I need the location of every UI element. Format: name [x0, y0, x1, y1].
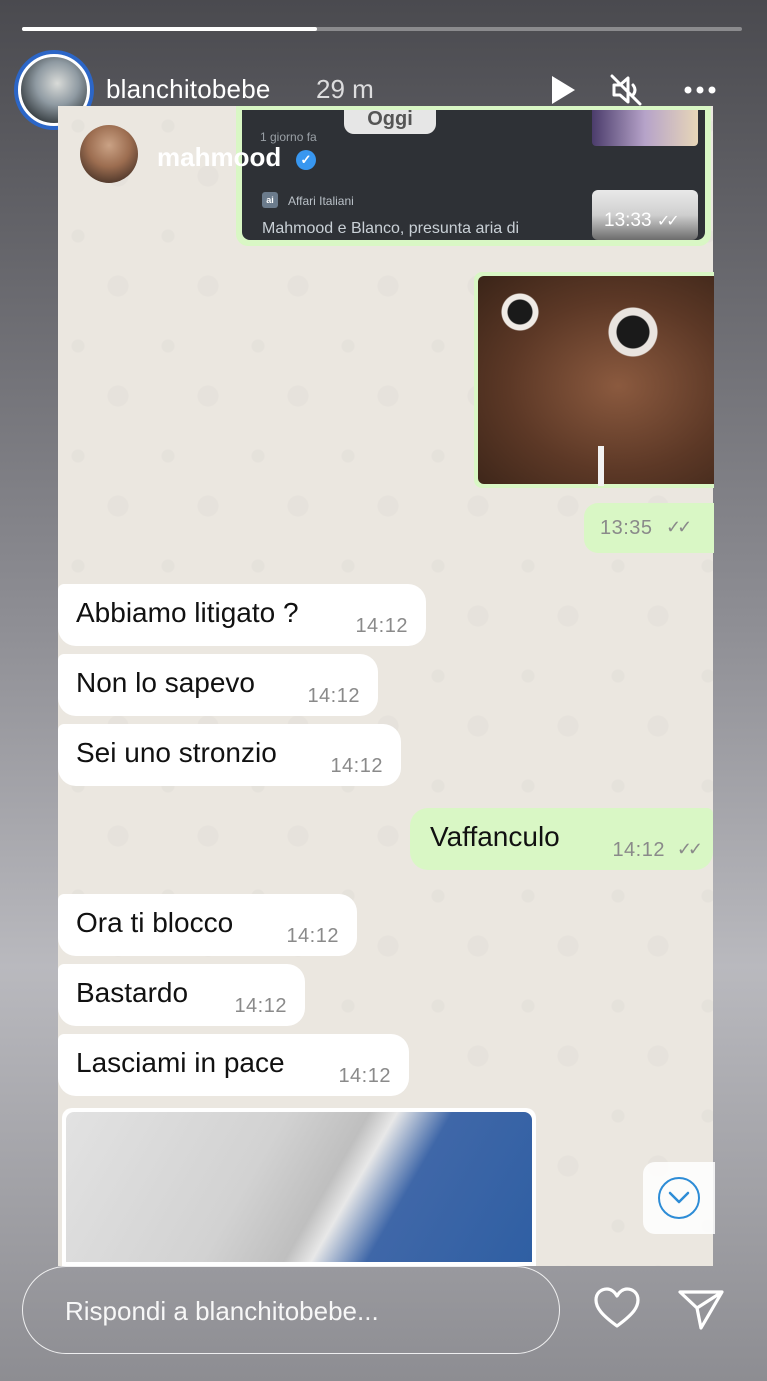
- more-dots-icon[interactable]: [680, 70, 720, 110]
- message-text: Bastardo: [76, 977, 189, 1008]
- message-time: 14:12: [234, 995, 287, 1017]
- quoted-time: 13:33 ✓✓: [604, 210, 680, 231]
- read-ticks-icon: ✓✓: [676, 839, 703, 859]
- child-photo: [478, 276, 714, 486]
- quoted-headline: Mahmood e Blanco, presunta aria di: [262, 220, 520, 237]
- message-text: Sei uno stronzio: [76, 737, 277, 768]
- heart-icon[interactable]: [592, 1284, 642, 1334]
- image-message: [474, 272, 714, 488]
- message-bubble: Bastardo 14:12: [58, 964, 305, 1026]
- date-pill: Oggi: [344, 110, 436, 134]
- message-text: Abbiamo litigato ?: [76, 597, 299, 628]
- message-bubble-outgoing: Vaffanculo 14:12 ✓✓: [410, 808, 713, 870]
- chevron-down-icon: [658, 1177, 700, 1219]
- play-icon[interactable]: [542, 70, 582, 110]
- image-message-time: 13:35 ✓✓: [584, 503, 714, 553]
- message-text: Vaffanculo: [430, 821, 560, 852]
- contact-avatar: [80, 125, 138, 183]
- story-username[interactable]: blanchitobebe: [106, 74, 271, 105]
- message-text: Ora ti blocco: [76, 907, 234, 938]
- message-bubble: Non lo sapevo 14:12: [58, 654, 378, 716]
- story-progress-bar: [22, 27, 742, 31]
- message-bubble: Sei uno stronzio 14:12: [58, 724, 401, 786]
- umbrella-photo: [66, 1112, 532, 1262]
- message-bubble: Lasciami in pace 14:12: [58, 1034, 409, 1096]
- source-logo-icon: ai: [262, 192, 278, 208]
- story-time-ago: 29 m: [316, 74, 374, 104]
- image-message-partial: [62, 1108, 536, 1266]
- muted-speaker-icon[interactable]: [606, 70, 646, 110]
- message-text: Lasciami in pace: [76, 1047, 285, 1078]
- message-bubble: Abbiamo litigato ? 14:12: [58, 584, 426, 646]
- reply-placeholder: Rispondi a blanchitobebe...: [65, 1296, 379, 1326]
- message-bubble: Ora ti blocco 14:12: [58, 894, 357, 956]
- reply-input[interactable]: Rispondi a blanchitobebe...: [22, 1266, 560, 1354]
- message-time: 14:12: [612, 839, 665, 861]
- read-ticks-icon: ✓✓: [656, 213, 680, 230]
- verified-badge-icon: ✓: [296, 150, 316, 170]
- scroll-down-button[interactable]: [643, 1162, 715, 1234]
- forwarded-link-bubble: 1 giorno fa Oggi ai Affari Italiani Mahm…: [236, 106, 711, 246]
- message-time: 14:12: [286, 925, 339, 947]
- message-time: 14:12: [330, 755, 383, 777]
- quoted-thumbnail-top: [592, 110, 698, 146]
- quoted-source: Affari Italiani: [288, 194, 354, 208]
- message-time: 14:12: [307, 685, 360, 707]
- message-time: 14:12: [355, 615, 408, 637]
- read-ticks-icon: ✓✓: [666, 517, 692, 537]
- message-text: Non lo sapevo: [76, 667, 256, 698]
- contact-name: mahmood: [157, 142, 282, 172]
- send-icon[interactable]: [676, 1284, 726, 1334]
- message-time: 14:12: [338, 1065, 391, 1087]
- story-progress-fill: [22, 27, 318, 31]
